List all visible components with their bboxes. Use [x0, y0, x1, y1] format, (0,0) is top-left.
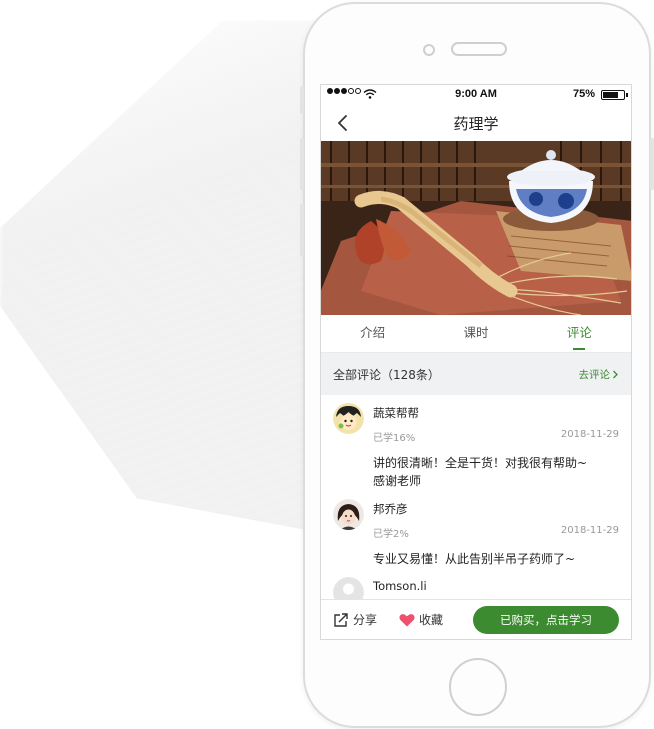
heart-icon — [399, 613, 415, 626]
comment-item: 邦乔彦 已学2% 2018-11-29 专业又易懂！从此告别半吊子药师了~ — [321, 491, 631, 569]
app-screen: 9:00 AM 75% 药理学 介绍 课时 评论 全部评论（128条） 去评论 … — [320, 84, 632, 640]
course-tabs: 介绍 课时 评论 — [321, 315, 631, 353]
share-button[interactable]: 分享 — [333, 611, 377, 628]
comments-header: 全部评论（128条） 去评论 — [321, 353, 631, 395]
ginseng-teacup-illustration — [321, 141, 631, 315]
purchased-study-button[interactable]: 已购买，点击学习 — [473, 605, 619, 634]
share-label: 分享 — [353, 613, 378, 627]
course-cover-image — [321, 141, 631, 315]
comment-date: 2018-11-29 — [560, 429, 619, 440]
avatar — [333, 403, 364, 434]
comment-line: 感谢老师 — [373, 474, 422, 488]
chevron-right-icon — [613, 370, 618, 378]
battery-icon — [601, 90, 625, 100]
comment-progress: 已学2% — [373, 529, 409, 540]
comment-meta: 已学2% 2018-11-29 — [373, 525, 619, 540]
speaker-grille — [451, 42, 507, 56]
go-comment-label: 去评论 — [578, 368, 611, 381]
comment-line: 讲的很清晰！全是干货！对我很有帮助~ — [373, 456, 588, 470]
battery-percent: 75% — [572, 88, 595, 100]
comment-date: 2018-11-29 — [560, 525, 619, 536]
favorite-label: 收藏 — [419, 613, 444, 627]
status-bar: 9:00 AM 75% — [321, 85, 631, 105]
tab-comments[interactable]: 评论 — [528, 315, 631, 352]
bottom-action-bar: 分享 收藏 已购买，点击学习 — [321, 599, 631, 639]
camera-icon — [423, 44, 435, 56]
comment-meta: 已学16% 2018-11-29 — [373, 429, 619, 444]
comment-item: 蔬菜帮帮 已学16% 2018-11-29 讲的很清晰！全是干货！对我很有帮助~… — [321, 395, 631, 491]
home-button — [449, 658, 507, 716]
stage: 9:00 AM 75% 药理学 介绍 课时 评论 全部评论（128条） 去评论 … — [0, 0, 654, 729]
comment-author: Tomson.li — [373, 579, 427, 593]
back-arrow-icon[interactable] — [335, 114, 351, 132]
comment-body: 专业又易懂！从此告别半吊子药师了~ — [373, 550, 619, 568]
go-comment-link[interactable]: 去评论 — [579, 367, 620, 382]
favorite-button[interactable]: 收藏 — [399, 611, 443, 628]
comment-progress: 已学16% — [373, 433, 416, 444]
page-title: 药理学 — [453, 114, 499, 133]
tab-lessons[interactable]: 课时 — [424, 315, 527, 352]
avatar — [333, 499, 364, 530]
comments-count-title: 全部评论（128条） — [333, 367, 440, 382]
comment-body: 讲的很清晰！全是干货！对我很有帮助~ 感谢老师 — [373, 454, 619, 490]
battery-level-fill — [603, 92, 618, 98]
tab-intro[interactable]: 介绍 — [321, 315, 424, 352]
phone-volume-up — [300, 138, 304, 190]
phone-mute-switch — [300, 86, 304, 114]
phone-power-button — [650, 138, 654, 190]
share-icon — [334, 612, 348, 627]
battery-cap — [626, 93, 628, 97]
comment-author: 蔬菜帮帮 — [373, 406, 419, 420]
phone-volume-down — [300, 204, 304, 256]
comment-line: 专业又易懂！从此告别半吊子药师了~ — [373, 552, 576, 566]
comment-author: 邦乔彦 — [373, 502, 408, 516]
nav-bar: 药理学 — [321, 105, 631, 141]
